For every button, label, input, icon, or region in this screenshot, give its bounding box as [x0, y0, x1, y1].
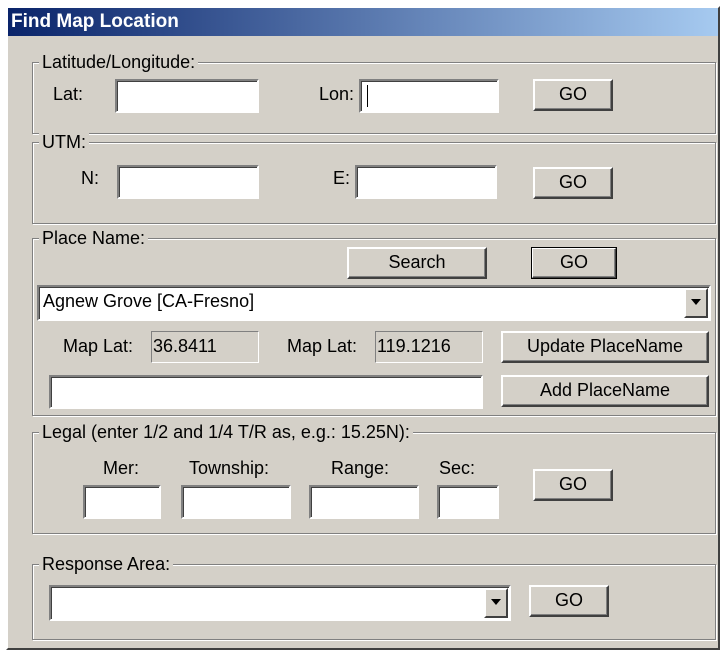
lon-input[interactable] — [359, 79, 499, 113]
response-go-button[interactable]: GO — [529, 585, 609, 617]
place-name-selected: Agnew Grove [CA-Fresno] — [43, 291, 255, 311]
latlon-legend: Latitude/Longitude: — [39, 51, 199, 73]
utm-n-label: N: — [81, 168, 99, 188]
range-label: Range: — [331, 458, 390, 478]
response-area-legend: Response Area: — [39, 553, 174, 575]
map-lat-value-2: 119.1216 — [375, 331, 483, 363]
utm-e-input[interactable] — [355, 165, 497, 199]
utm-go-button[interactable]: GO — [533, 167, 613, 199]
response-dropdown-button[interactable] — [484, 588, 508, 618]
search-button[interactable]: Search — [347, 247, 487, 279]
utm-n-input[interactable] — [117, 165, 259, 199]
latlon-group: Latitude/Longitude: Lat: Lon: GO — [32, 51, 716, 134]
chevron-down-icon — [691, 299, 701, 305]
place-name-legend: Place Name: — [39, 227, 149, 249]
place-name-dropdown[interactable]: Agnew Grove [CA-Fresno] — [37, 285, 711, 321]
update-placename-button[interactable]: Update PlaceName — [501, 331, 709, 363]
response-area-group: Response Area: GO — [32, 553, 716, 640]
new-placename-input[interactable] — [49, 375, 483, 409]
lat-input[interactable] — [115, 79, 259, 113]
legal-go-button[interactable]: GO — [533, 469, 613, 501]
add-placename-button[interactable]: Add PlaceName — [501, 375, 709, 407]
window-title: Find Map Location — [8, 8, 718, 36]
legal-legend: Legal (enter 1/2 and 1/4 T/R as, e.g.: 1… — [39, 421, 413, 443]
utm-e-label: E: — [333, 168, 351, 188]
latlon-go-button[interactable]: GO — [533, 79, 613, 111]
chevron-down-icon — [491, 599, 501, 605]
find-map-location-dialog: Find Map Location Latitude/Longitude: La… — [6, 6, 720, 650]
legal-group: Legal (enter 1/2 and 1/4 T/R as, e.g.: 1… — [32, 421, 716, 534]
mer-input[interactable] — [83, 485, 161, 519]
place-name-group: Place Name: Search GO Agnew Grove [CA-Fr… — [32, 227, 716, 416]
map-lat-value-1: 36.8411 — [151, 331, 259, 363]
lon-label: Lon: — [319, 84, 355, 104]
map-lat-label-1: Map Lat: — [63, 336, 134, 356]
sec-label: Sec: — [439, 458, 476, 478]
township-input[interactable] — [181, 485, 291, 519]
utm-legend: UTM: — [39, 131, 89, 153]
sec-input[interactable] — [437, 485, 499, 519]
mer-label: Mer: — [103, 458, 139, 478]
township-label: Township: — [189, 458, 270, 478]
utm-group: UTM: N: E: GO — [32, 131, 716, 224]
lat-label: Lat: — [53, 84, 84, 104]
text-cursor — [367, 85, 368, 107]
response-area-dropdown[interactable] — [49, 585, 511, 621]
range-input[interactable] — [309, 485, 419, 519]
place-go-button[interactable]: GO — [531, 247, 617, 279]
map-lat-label-2: Map Lat: — [287, 336, 358, 356]
place-dropdown-button[interactable] — [684, 288, 708, 318]
